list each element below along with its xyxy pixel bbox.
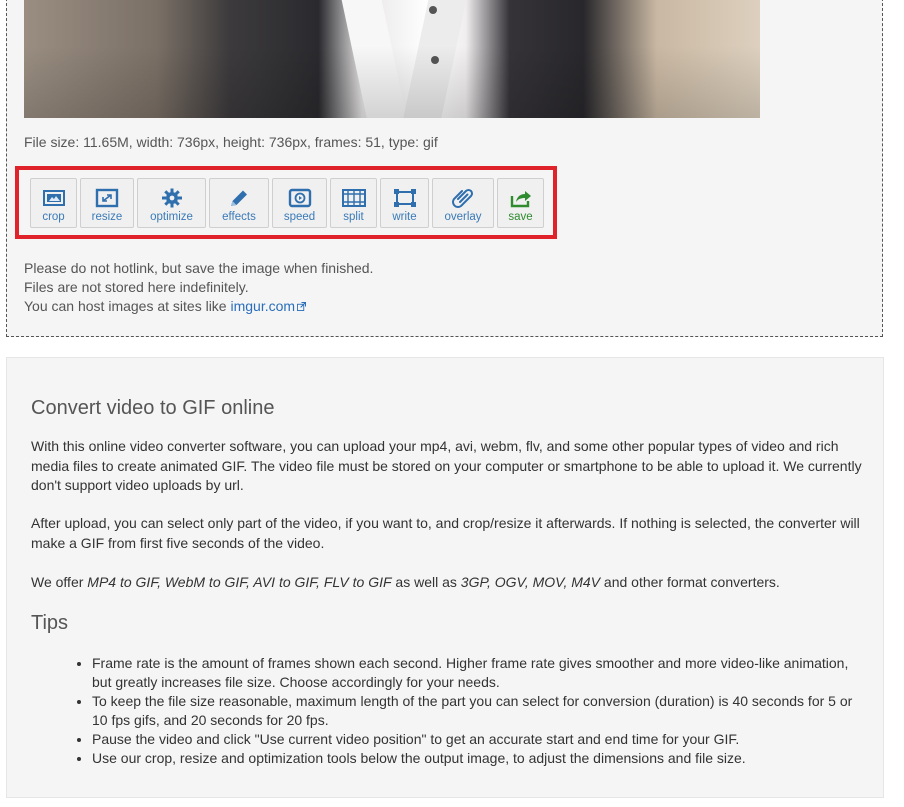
note-line: Files are not stored here indefinitely. xyxy=(24,279,249,295)
speed-label: speed xyxy=(283,211,316,223)
optimize-button[interactable]: optimize xyxy=(137,178,206,228)
info-panel: Convert video to GIF online With this on… xyxy=(6,357,884,798)
text-frame-icon xyxy=(393,189,416,207)
hotlink-notes: Please do not hotlink, but save the imag… xyxy=(24,259,373,316)
tools-highlight-box: crop resize optimize effects speed split xyxy=(15,166,557,239)
image-shade xyxy=(24,0,760,118)
file-info-text: File size: 11.65M, width: 736px, height:… xyxy=(24,134,438,150)
tip-item: To keep the file size reasonable, maximu… xyxy=(92,692,862,730)
save-label: save xyxy=(508,211,533,223)
tips-title: Tips xyxy=(31,612,69,634)
note-line: You can host images at sites like imgur.… xyxy=(24,297,373,316)
output-gif-image xyxy=(24,0,760,118)
paperclip-icon xyxy=(452,188,474,208)
text-span: and other format converters. xyxy=(600,574,780,590)
film-icon xyxy=(341,189,366,207)
overlay-button[interactable]: overlay xyxy=(432,178,494,228)
text-span: as well as xyxy=(391,574,461,590)
info-paragraph-formats: We offer MP4 to GIF, WebM to GIF, AVI to… xyxy=(31,573,871,593)
text-span: We offer xyxy=(31,574,88,590)
effects-button[interactable]: effects xyxy=(209,178,269,228)
resize-icon xyxy=(95,188,119,208)
note-line-prefix: You can host images at sites like xyxy=(24,298,231,314)
text-span: 3GP, OGV, MOV, M4V xyxy=(460,574,601,590)
resize-button[interactable]: resize xyxy=(80,178,134,228)
info-paragraph: With this online video converter softwar… xyxy=(31,438,862,493)
share-icon xyxy=(510,191,531,208)
gear-icon xyxy=(161,188,182,208)
tip-item: Frame rate is the amount of frames shown… xyxy=(92,654,862,692)
speed-icon xyxy=(288,188,311,208)
pencil-icon xyxy=(231,190,247,206)
crop-button[interactable]: crop xyxy=(30,178,77,228)
split-button[interactable]: split xyxy=(330,178,377,228)
crop-icon xyxy=(42,190,65,206)
note-line: Please do not hotlink, but save the imag… xyxy=(24,260,374,276)
write-button[interactable]: write xyxy=(380,178,429,228)
crop-label: crop xyxy=(42,211,65,223)
speed-button[interactable]: speed xyxy=(272,178,327,228)
optimize-label: optimize xyxy=(150,211,193,223)
info-title: Convert video to GIF online xyxy=(31,397,275,419)
resize-label: resize xyxy=(91,211,123,223)
tools-bar: crop resize optimize effects speed split xyxy=(30,178,544,228)
imgur-link[interactable]: imgur.com xyxy=(231,298,296,314)
split-label: split xyxy=(343,211,364,223)
output-panel: File size: 11.65M, width: 736px, height:… xyxy=(6,0,883,337)
write-label: write xyxy=(392,211,417,223)
info-paragraph: After upload, you can select only part o… xyxy=(31,515,860,551)
save-button[interactable]: save xyxy=(497,178,544,228)
effects-label: effects xyxy=(222,211,256,223)
tip-item: Pause the video and click "Use current v… xyxy=(92,730,862,749)
external-link-icon xyxy=(297,302,307,311)
overlay-label: overlay xyxy=(444,211,482,223)
tip-item: Use our crop, resize and optimization to… xyxy=(92,749,862,768)
text-span: MP4 to GIF, WebM to GIF, AVI to GIF, FLV… xyxy=(87,574,392,590)
tips-list: Frame rate is the amount of frames shown… xyxy=(31,654,862,768)
